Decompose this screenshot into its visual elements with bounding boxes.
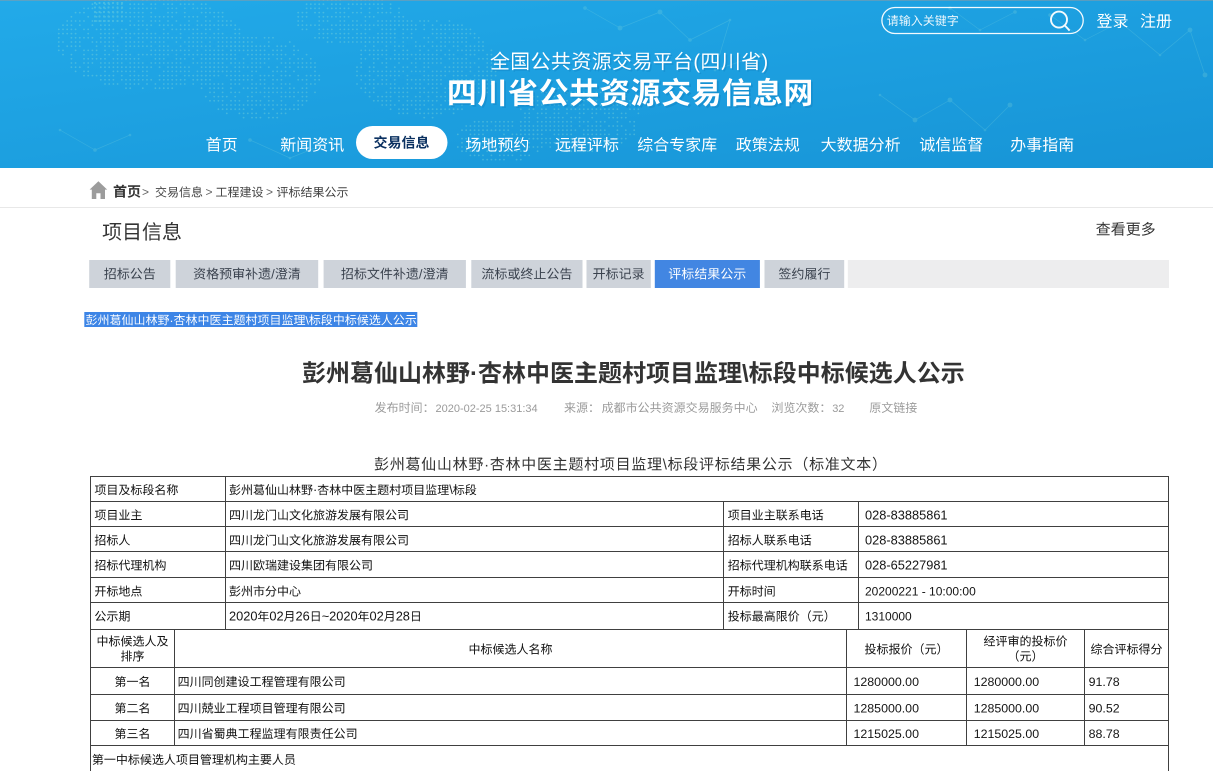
svg-text:02: 02 xyxy=(370,609,384,624)
svg-text:91.78: 91.78 xyxy=(1089,675,1120,689)
svg-text:\: \ xyxy=(742,361,749,388)
svg-text:028-65227981: 028-65227981 xyxy=(865,558,948,573)
svg-text:1310000: 1310000 xyxy=(865,610,912,624)
svg-text:>: > xyxy=(142,185,149,199)
svg-text:02: 02 xyxy=(269,609,283,624)
svg-text:2020-02-25 15:31:34: 2020-02-25 15:31:34 xyxy=(436,403,538,415)
svg-text:028-83885861: 028-83885861 xyxy=(865,533,948,548)
svg-text:90.52: 90.52 xyxy=(1089,702,1120,716)
svg-text:1215025.00: 1215025.00 xyxy=(974,727,1040,741)
svg-text:(: ( xyxy=(693,52,700,74)
svg-text:>: > xyxy=(206,185,213,199)
svg-text:1280000.00: 1280000.00 xyxy=(974,675,1040,689)
svg-text:28: 28 xyxy=(396,609,410,624)
svg-text:1285000.00: 1285000.00 xyxy=(854,702,920,716)
svg-text:>: > xyxy=(266,185,273,199)
svg-text:/: / xyxy=(271,267,275,282)
svg-text:·: · xyxy=(313,482,317,497)
svg-text:20200221 - 10:00:00: 20200221 - 10:00:00 xyxy=(865,585,976,599)
svg-text:~2020: ~2020 xyxy=(322,609,358,624)
svg-text:26: 26 xyxy=(296,609,310,624)
svg-text:\: \ xyxy=(663,457,668,474)
svg-text:·: · xyxy=(170,313,174,327)
svg-text:1280000.00: 1280000.00 xyxy=(854,675,920,689)
svg-text:32: 32 xyxy=(832,403,844,415)
svg-text:2020: 2020 xyxy=(229,609,257,624)
svg-text:\: \ xyxy=(449,482,453,497)
svg-text:028-83885861: 028-83885861 xyxy=(865,507,948,522)
svg-text:·: · xyxy=(470,361,478,388)
svg-text:1215025.00: 1215025.00 xyxy=(854,727,920,741)
svg-text:·: · xyxy=(484,457,490,474)
svg-text:1285000.00: 1285000.00 xyxy=(974,702,1040,716)
svg-text:/: / xyxy=(419,267,423,282)
svg-text:88.78: 88.78 xyxy=(1089,727,1120,741)
svg-text:): ) xyxy=(762,52,769,74)
